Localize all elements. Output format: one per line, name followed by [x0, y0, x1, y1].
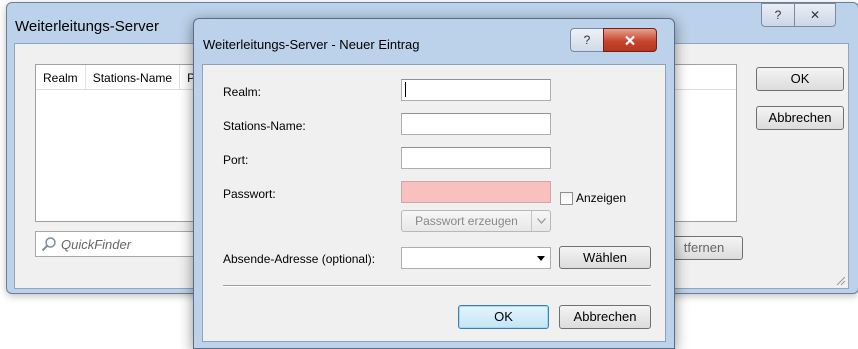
- ok-button[interactable]: OK: [458, 305, 549, 329]
- choose-button[interactable]: Wählen: [559, 246, 651, 269]
- column-header-station-name[interactable]: Stations-Name: [86, 65, 181, 89]
- generate-password-button[interactable]: Passwort erzeugen: [401, 210, 551, 232]
- background-ok-button[interactable]: OK: [756, 67, 844, 91]
- close-button[interactable]: [603, 28, 657, 52]
- realm-input[interactable]: [401, 79, 551, 101]
- chevron-down-icon[interactable]: [531, 211, 550, 231]
- password-input[interactable]: [401, 181, 551, 203]
- background-close-button[interactable]: ✕: [794, 3, 836, 27]
- remove-button[interactable]: tfernen: [665, 236, 743, 260]
- background-help-button[interactable]: ?: [761, 3, 795, 27]
- password-label: Passwort:: [223, 187, 276, 201]
- show-password-label[interactable]: Anzeigen: [576, 191, 626, 205]
- text-caret: [405, 82, 406, 97]
- help-icon: ?: [774, 8, 782, 22]
- sender-address-select[interactable]: [401, 247, 551, 269]
- port-label: Port:: [223, 153, 249, 167]
- background-cancel-button[interactable]: Abbrechen: [756, 106, 844, 130]
- close-icon: [625, 35, 635, 45]
- station-name-label: Stations-Name:: [223, 119, 306, 133]
- generate-password-label: Passwort erzeugen: [415, 214, 518, 228]
- background-dialog-title: Weiterleitungs-Server: [15, 18, 159, 35]
- magnifier-icon: [41, 237, 56, 252]
- sender-address-label: Absende-Adresse (optional):: [223, 252, 376, 266]
- close-icon: ✕: [809, 8, 821, 22]
- show-password-checkbox[interactable]: [560, 192, 573, 205]
- dialog-body: Realm: Stations-Name: Port: Passwort: An…: [202, 64, 666, 342]
- help-button[interactable]: ?: [570, 28, 604, 52]
- chevron-down-icon: [537, 256, 545, 261]
- separator: [223, 285, 651, 287]
- quickfinder-placeholder: QuickFinder: [61, 236, 132, 252]
- realm-label: Realm:: [223, 85, 262, 99]
- port-input[interactable]: [401, 147, 551, 169]
- dialog-title: Weiterleitungs-Server - Neuer Eintrag: [203, 37, 420, 52]
- new-entry-dialog: Weiterleitungs-Server - Neuer Eintrag ? …: [193, 18, 675, 349]
- resize-grip-icon[interactable]: [834, 274, 846, 286]
- station-name-input[interactable]: [401, 113, 551, 135]
- help-icon: ?: [583, 33, 591, 47]
- column-header-realm[interactable]: Realm: [36, 65, 86, 89]
- cancel-button[interactable]: Abbrechen: [559, 305, 651, 329]
